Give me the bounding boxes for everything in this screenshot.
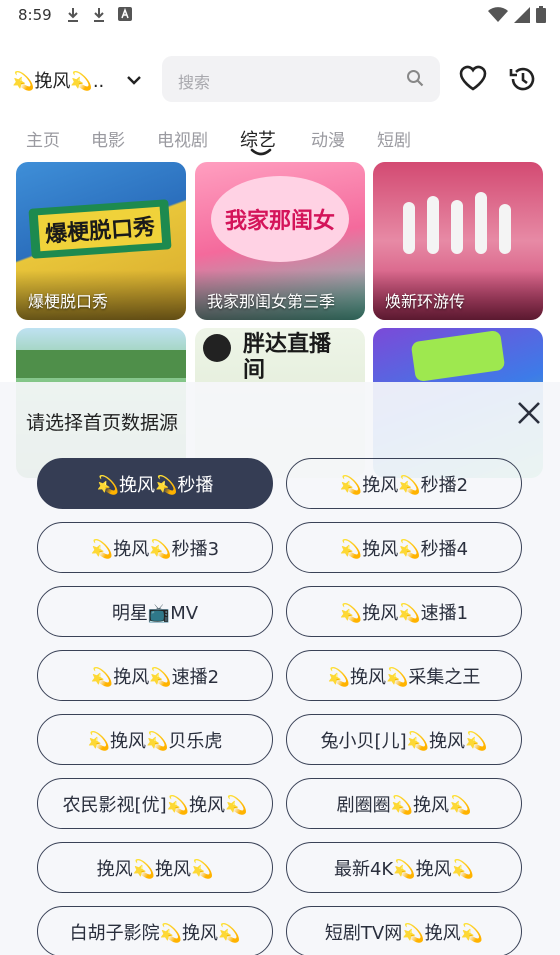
source-option-label: 挽风💫挽风💫 (96, 858, 214, 880)
source-option[interactable]: 💫挽风💫秒播3 (37, 522, 273, 573)
source-name: 💫挽风💫.. (12, 71, 105, 92)
source-option[interactable]: 剧圈圈💫挽风💫 (286, 778, 522, 829)
search-input[interactable]: 搜索 (162, 56, 440, 102)
source-option-label: 💫挽风💫秒播3 (90, 538, 220, 560)
signal-icon (514, 6, 530, 23)
card-title: 我家那闺女第三季 (207, 292, 336, 311)
poster-image: 爆梗脱口秀 (28, 199, 172, 259)
tab-indicator (250, 148, 272, 156)
source-option[interactable]: 兔小贝[儿]💫挽风💫 (286, 714, 522, 765)
card-title: 爆梗脱口秀 (28, 292, 109, 311)
status-right-icons (488, 6, 546, 23)
wifi-icon (488, 6, 508, 22)
history-icon[interactable] (508, 64, 538, 94)
card-variety[interactable]: 爆梗脱口秀 爆梗脱口秀 (16, 162, 186, 320)
source-option[interactable]: 短剧TV网💫挽风💫 (286, 906, 522, 955)
source-option-label: 💫挽风💫速播1 (339, 602, 469, 624)
poster-image (410, 329, 506, 383)
source-option[interactable]: 💫挽风💫秒播4 (286, 522, 522, 573)
source-option-label: 农民影视[优]💫挽风💫 (62, 794, 248, 816)
tab-anime[interactable]: 动漫 (311, 126, 345, 151)
source-option-label: 短剧TV网💫挽风💫 (324, 922, 484, 944)
poster-text: 胖达直播间 (243, 332, 332, 383)
source-option[interactable]: 💫挽风💫秒播2 (286, 458, 522, 509)
category-tabs: 主页 电影 电视剧 综艺 动漫 短剧 (0, 118, 560, 158)
search-icon (407, 70, 424, 87)
source-option[interactable]: 白胡子影院💫挽风💫 (37, 906, 273, 955)
status-bar: 8:59 (0, 0, 560, 32)
card-title: 焕新环游传 (385, 292, 466, 311)
source-option-label: 💫挽风💫秒播2 (339, 474, 469, 496)
source-option-label: 兔小贝[儿]💫挽风💫 (320, 730, 488, 752)
tab-movies[interactable]: 电影 (91, 126, 125, 151)
poster-text: 我家那闺女 (224, 209, 335, 234)
tab-home[interactable]: 主页 (26, 126, 60, 151)
tab-tv-series[interactable]: 电视剧 (157, 126, 208, 151)
source-option-label: 💫挽风💫采集之王 (327, 666, 481, 688)
poster-text: 爆梗脱口秀 (37, 206, 163, 252)
heart-icon[interactable] (458, 64, 488, 92)
source-option-label: 白胡子影院💫挽风💫 (69, 922, 241, 944)
card-variety[interactable]: 焕新环游传 (373, 162, 543, 320)
source-option[interactable]: 💫挽风💫贝乐虎 (37, 714, 273, 765)
font-icon (118, 7, 132, 21)
card-variety[interactable]: 我家那闺女 我家那闺女第三季 (195, 162, 365, 320)
source-option[interactable]: 挽风💫挽风💫 (37, 842, 273, 893)
search-placeholder: 搜索 (178, 73, 211, 92)
source-option[interactable]: 💫挽风💫采集之王 (286, 650, 522, 701)
source-option[interactable]: 最新4K💫挽风💫 (286, 842, 522, 893)
top-bar: 💫挽风💫.. 搜索 (0, 50, 560, 110)
download-icon (94, 8, 104, 22)
source-option-label: 💫挽风💫秒播 (96, 474, 214, 496)
source-option[interactable]: 农民影视[优]💫挽风💫 (37, 778, 273, 829)
source-option[interactable]: 💫挽风💫速播2 (37, 650, 273, 701)
source-option[interactable]: 💫挽风💫秒播 (37, 458, 273, 509)
source-selector[interactable]: 💫挽风💫.. (12, 60, 142, 100)
source-option[interactable]: 明星📺MV (37, 586, 273, 637)
status-left-icons (66, 7, 132, 23)
source-option-label: 💫挽风💫秒播4 (339, 538, 469, 560)
poster-image (393, 182, 523, 262)
source-option-label: 最新4K💫挽风💫 (333, 858, 475, 880)
close-icon[interactable] (514, 398, 544, 428)
tab-short-drama[interactable]: 短剧 (377, 126, 411, 151)
battery-icon (536, 6, 546, 23)
download-icon (68, 8, 78, 22)
source-option-label: 💫挽风💫贝乐虎 (87, 730, 223, 752)
data-source-dialog: 请选择首页数据源 💫挽风💫秒播 💫挽风💫秒播2 💫挽风💫秒播3 💫挽风💫秒播4 … (0, 382, 560, 955)
chevron-down-icon (127, 76, 142, 85)
poster-image (16, 350, 186, 378)
status-time: 8:59 (18, 6, 52, 24)
source-option-label: 💫挽风💫速播2 (90, 666, 220, 688)
poster-image (203, 334, 231, 362)
source-option-label: 剧圈圈💫挽风💫 (336, 794, 472, 816)
dialog-title: 请选择首页数据源 (26, 412, 179, 434)
source-option-label: 明星📺MV (111, 602, 199, 624)
source-option[interactable]: 💫挽风💫速播1 (286, 586, 522, 637)
poster-image: 我家那闺女 (211, 176, 349, 262)
